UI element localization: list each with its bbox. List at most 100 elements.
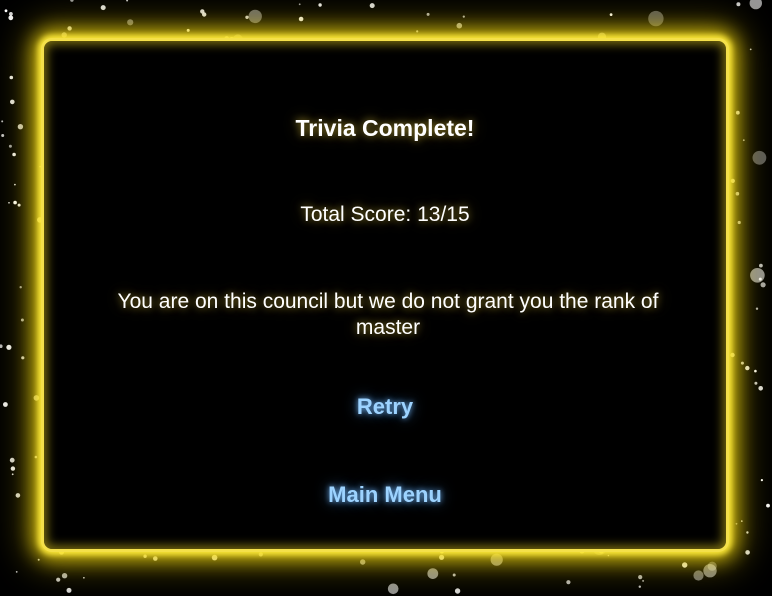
star	[37, 558, 40, 561]
star	[745, 365, 750, 371]
star	[735, 110, 740, 115]
star	[298, 3, 301, 6]
star	[258, 552, 263, 557]
star	[298, 16, 304, 22]
main-menu-button[interactable]: Main Menu	[328, 482, 442, 507]
star	[127, 19, 134, 26]
star	[34, 455, 38, 459]
star	[760, 479, 764, 482]
star	[682, 562, 688, 568]
star	[66, 587, 72, 593]
total-score: Total Score: 13/15	[300, 203, 470, 226]
star	[21, 356, 25, 360]
star	[67, 26, 72, 31]
game-screen: Trivia Complete! Total Score: 13/15 You …	[0, 0, 772, 596]
star	[737, 220, 741, 225]
star	[4, 9, 8, 13]
star	[100, 5, 106, 11]
star	[730, 352, 735, 358]
star	[186, 28, 190, 32]
star	[416, 30, 419, 33]
star	[83, 577, 85, 579]
star	[750, 268, 765, 283]
star	[15, 493, 21, 498]
star	[3, 402, 8, 407]
star	[0, 344, 3, 348]
results-title: Trivia Complete!	[295, 115, 475, 141]
star	[318, 3, 322, 7]
star	[427, 568, 439, 579]
star	[755, 307, 759, 310]
star	[426, 12, 430, 16]
star	[19, 286, 22, 289]
star	[8, 144, 12, 148]
star	[735, 191, 740, 196]
star	[736, 2, 741, 7]
star	[609, 13, 613, 16]
star	[703, 564, 717, 578]
star	[749, 0, 762, 10]
star	[33, 395, 40, 401]
star	[742, 139, 745, 142]
star	[8, 202, 10, 204]
star	[10, 99, 15, 105]
star	[758, 277, 762, 281]
star	[61, 573, 68, 579]
star	[13, 200, 17, 205]
star	[758, 386, 763, 391]
star	[70, 0, 74, 2]
star	[454, 588, 461, 594]
star	[1, 120, 4, 123]
retry-button[interactable]: Retry	[357, 394, 413, 419]
star	[360, 559, 366, 565]
star	[15, 571, 18, 573]
star	[754, 369, 757, 373]
rank-message: You are on this council but we do not gr…	[117, 290, 659, 339]
star	[9, 12, 13, 16]
star	[439, 554, 445, 560]
star	[490, 553, 503, 566]
star	[14, 183, 16, 186]
star	[566, 580, 571, 585]
results-panel: Trivia Complete! Total Score: 13/15 You …	[41, 38, 729, 552]
star	[746, 531, 749, 534]
star	[17, 203, 21, 207]
star	[462, 15, 465, 18]
star	[766, 503, 770, 508]
star	[153, 556, 158, 561]
star	[745, 550, 750, 555]
star	[760, 282, 766, 288]
star	[369, 3, 375, 9]
star	[735, 522, 738, 525]
star	[749, 48, 752, 51]
star	[126, 0, 129, 2]
star	[740, 361, 744, 365]
star	[1, 134, 5, 137]
star	[200, 9, 205, 14]
star	[12, 152, 16, 157]
star	[759, 263, 763, 268]
star	[456, 22, 463, 29]
main-menu-button-row: Main Menu	[44, 482, 726, 508]
star	[387, 583, 399, 595]
star	[11, 473, 14, 476]
star	[730, 178, 735, 183]
star	[248, 9, 262, 24]
star	[6, 344, 12, 350]
star	[638, 575, 643, 580]
star	[245, 15, 249, 19]
star	[754, 381, 758, 385]
star	[61, 32, 67, 38]
star	[607, 554, 610, 557]
star	[56, 577, 61, 582]
star	[638, 585, 641, 588]
star	[8, 15, 14, 21]
star	[10, 466, 16, 471]
star	[211, 554, 218, 561]
retry-button-row: Retry	[44, 394, 726, 420]
star	[9, 75, 14, 80]
star	[143, 554, 147, 558]
star	[752, 150, 767, 165]
star	[452, 573, 456, 577]
star	[741, 520, 743, 522]
